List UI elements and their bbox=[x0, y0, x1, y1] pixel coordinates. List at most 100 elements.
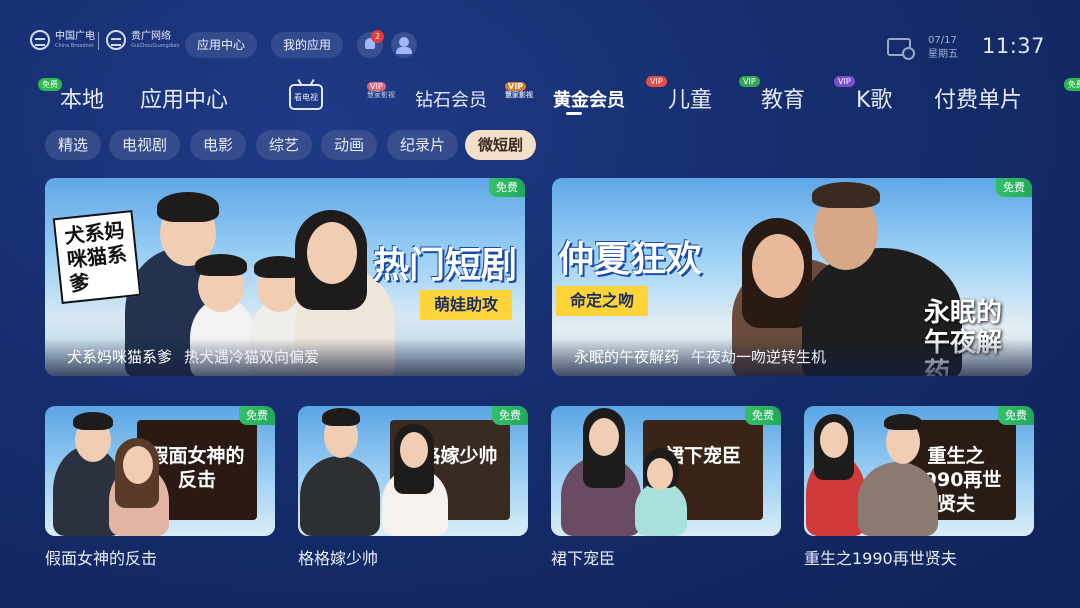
banner-subtitle: 午夜劫一吻逆转生机 bbox=[691, 348, 827, 366]
free-badge: 免费 bbox=[745, 406, 781, 425]
vip-badge: VIP 慧家影视 bbox=[367, 82, 395, 100]
subtab-tv-series[interactable]: 电视剧 bbox=[109, 130, 181, 160]
drama-card-label[interactable]: 格格嫁少帅 bbox=[298, 545, 378, 569]
screen-cast-icon[interactable] bbox=[887, 38, 915, 60]
guiguang-logo: 贵广网络 GuiZhouGuangdian bbox=[106, 30, 180, 50]
free-tag: 免费 bbox=[38, 78, 62, 91]
app-center-button[interactable]: 应用中心 bbox=[185, 32, 258, 58]
vip-badge: VIP 慧家影视 bbox=[505, 82, 533, 100]
drama-card-label[interactable]: 裙下宠臣 bbox=[551, 545, 615, 569]
nav-item-paid-single[interactable]: 付费单片 bbox=[934, 82, 1023, 113]
nav-item-label: K歌 bbox=[856, 88, 893, 113]
drama-card[interactable]: 格格嫁少帅 免费 bbox=[298, 406, 528, 536]
guiguang-logo-subtext: GuiZhouGuangdian bbox=[131, 42, 180, 49]
poster-figure bbox=[858, 462, 938, 536]
nav-item-diamond-vip[interactable]: VIP 慧家影视 钻石会员 bbox=[367, 82, 487, 116]
nav-item-label: 付费单片 bbox=[934, 88, 1023, 113]
my-apps-button[interactable]: 我的应用 bbox=[271, 32, 344, 58]
banner-headline: 热门短剧 bbox=[373, 245, 518, 286]
free-tag: 免费 bbox=[1064, 78, 1080, 91]
date-text: 07/17 bbox=[928, 35, 957, 46]
banner-title: 犬系妈咪猫系爹 bbox=[67, 348, 173, 366]
banner-card-right[interactable]: 仲夏狂欢 命定之吻 永眠的午夜解药 永眠的午夜解药午夜劫一吻逆转生机 免费 bbox=[552, 178, 1032, 376]
banner-headline-sub: 命定之吻 bbox=[556, 286, 649, 316]
drama-card-label[interactable]: 假面女神的反击 bbox=[45, 545, 157, 569]
logo-divider bbox=[98, 32, 99, 50]
nav-item-label: 本地 bbox=[60, 88, 105, 113]
weekday-text: 星期五 bbox=[928, 49, 958, 60]
banner-subtitle: 热犬遇冷猫双向偏爱 bbox=[184, 348, 320, 366]
banner-caption: 犬系妈咪猫系爹 热犬遇冷猫双向偏爱 bbox=[45, 338, 525, 376]
tv-icon-label: 看电视 bbox=[294, 93, 318, 102]
user-icon-body bbox=[396, 47, 412, 54]
subtab-micro-drama[interactable]: 微短剧 bbox=[465, 130, 537, 160]
poster-figure bbox=[300, 456, 380, 536]
banner-headline: 仲夏狂欢 bbox=[558, 239, 703, 280]
nav-item-label: 钻石会员 bbox=[415, 90, 487, 111]
nav-item-watch-tv[interactable]: 看电视 bbox=[289, 84, 323, 110]
free-badge: 免费 bbox=[239, 406, 275, 425]
nav-item-label: 教育 bbox=[761, 88, 806, 113]
nav-item-kids[interactable]: VIP 儿童 bbox=[646, 76, 713, 113]
free-badge: 免费 bbox=[996, 178, 1032, 197]
banner-card-left[interactable]: 犬系妈咪猫系爹 热门短剧 萌娃助攻 犬系妈咪猫系爹 热犬遇冷猫双向偏爱 免费 bbox=[45, 178, 525, 376]
china-broadnet-logo: 中国广电 China Broadnet bbox=[30, 30, 95, 50]
vip-text: VIP bbox=[505, 82, 527, 91]
subtab-documentary[interactable]: 纪录片 bbox=[387, 130, 459, 160]
vip-text: VIP bbox=[367, 82, 386, 91]
vip-tag: VIP bbox=[646, 76, 667, 87]
poster-face bbox=[307, 222, 357, 284]
poster-face bbox=[820, 422, 848, 458]
nav-item-karaoke[interactable]: VIP K歌 bbox=[834, 76, 893, 113]
user-button[interactable] bbox=[391, 32, 417, 58]
drama-card-label[interactable]: 重生之1990再世贤夫 bbox=[804, 545, 957, 569]
nav-item-local[interactable]: 免费 本地 bbox=[38, 78, 105, 113]
nav-item-app-center[interactable]: 应用中心 bbox=[140, 82, 229, 113]
notification-badge: 2 bbox=[371, 30, 384, 43]
active-nav-indicator bbox=[566, 112, 582, 115]
banner-caption: 永眠的午夜解药 午夜劫一吻逆转生机 bbox=[552, 338, 1032, 376]
banner-title: 永眠的午夜解药 bbox=[574, 348, 680, 366]
subtab-variety[interactable]: 综艺 bbox=[256, 130, 313, 160]
poster-sticker-title: 犬系妈咪猫系爹 bbox=[52, 210, 142, 304]
date-display: 07/17 星期五 bbox=[928, 34, 958, 62]
poster-hair bbox=[157, 192, 219, 222]
subtab-animation[interactable]: 动画 bbox=[321, 130, 378, 160]
china-broadnet-logo-subtext: China Broadnet bbox=[55, 42, 94, 49]
drama-card[interactable]: 裙下宠臣 免费 bbox=[551, 406, 781, 536]
guiguang-logo-text: 贵广网络 bbox=[131, 30, 171, 42]
subtab-movies[interactable]: 电影 bbox=[190, 130, 247, 160]
poster-face bbox=[647, 458, 673, 490]
guiguang-logo-icon bbox=[106, 30, 126, 50]
poster-hair bbox=[195, 254, 247, 276]
poster-face bbox=[589, 418, 619, 456]
subtab-featured[interactable]: 精选 bbox=[45, 130, 102, 160]
china-broadnet-logo-icon bbox=[30, 30, 50, 50]
poster-hair bbox=[812, 182, 880, 208]
vip-sub-text: 慧家影视 bbox=[505, 91, 533, 99]
china-broadnet-logo-text: 中国广电 bbox=[55, 30, 95, 42]
drama-card[interactable]: 假面女神的反击 免费 bbox=[45, 406, 275, 536]
vip-sub-text: 慧家影视 bbox=[367, 91, 395, 99]
nav-item-label: 儿童 bbox=[668, 88, 713, 113]
nav-item-education[interactable]: VIP 教育 bbox=[739, 76, 806, 113]
user-icon bbox=[399, 37, 409, 47]
poster-hair bbox=[73, 412, 113, 430]
banner-headline-sub: 萌娃助攻 bbox=[420, 290, 513, 320]
drama-card[interactable]: 重生之1990再世贤夫 免费 bbox=[804, 406, 1034, 536]
vip-tag: VIP bbox=[739, 76, 760, 87]
vip-tag: VIP bbox=[834, 76, 855, 87]
free-badge: 免费 bbox=[489, 178, 525, 197]
notification-button[interactable]: 2 bbox=[357, 30, 384, 58]
clock: 11:37 bbox=[982, 34, 1046, 58]
poster-hair bbox=[322, 408, 360, 426]
poster-face bbox=[123, 446, 153, 484]
nav-item-label: 应用中心 bbox=[140, 88, 229, 113]
free-badge: 免费 bbox=[492, 406, 528, 425]
poster-hair bbox=[884, 414, 922, 430]
poster-face bbox=[752, 234, 804, 298]
nav-item-gold-vip[interactable]: VIP 慧家影视 黄金会员 bbox=[505, 82, 625, 116]
top-bar: 中国广电 China Broadnet 贵广网络 GuiZhouGuangdia… bbox=[0, 0, 1080, 70]
poster-face bbox=[400, 432, 428, 468]
nav-item-label: 黄金会员 bbox=[553, 90, 625, 111]
